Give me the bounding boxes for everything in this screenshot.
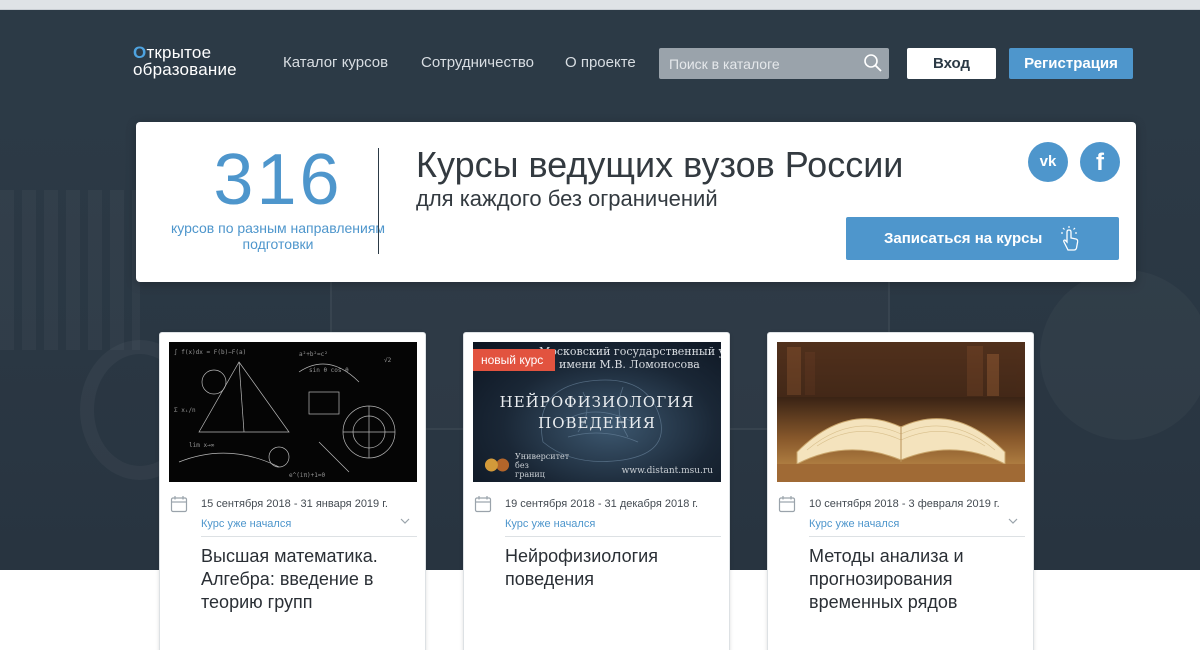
card-divider [201, 536, 417, 537]
keyboard-decoration [0, 190, 140, 350]
image-site-url: www.distant.msu.ru [621, 466, 713, 476]
new-course-badge: новый курс [473, 349, 556, 371]
svg-text:Σ xᵢ/n: Σ xᵢ/n [174, 407, 196, 414]
course-card-time-series[interactable]: 10 сентября 2018 - 3 февраля 2019 г. Кур… [767, 332, 1034, 650]
image-course-title: НЕЙРОФИЗИОЛОГИЯ ПОВЕДЕНИЯ [499, 393, 695, 432]
course-status: Курс уже начался [505, 518, 596, 530]
facebook-icon[interactable]: f [1080, 142, 1120, 182]
browser-toolbar-strip [0, 0, 1200, 10]
courses-count-caption: курсов по разным направлениям подготовки [170, 220, 386, 252]
courses-count: 316 [213, 140, 343, 220]
svg-text:sin θ cos θ: sin θ cos θ [309, 367, 349, 374]
course-card-neurophysiology[interactable]: Московский государственный университет и… [463, 332, 730, 650]
hand-pointer-icon [1061, 226, 1079, 251]
nav-cooperation[interactable]: Сотрудничество [421, 54, 534, 71]
course-dates: 10 сентября 2018 - 3 февраля 2019 г. [809, 498, 1000, 510]
course-title[interactable]: Высшая математика. Алгебра: введение в т… [201, 545, 411, 614]
register-button[interactable]: Регистрация [1009, 48, 1133, 79]
math-formulas-image: ∫ f(x)dx = F(b)−F(a) a²+b²=c² Σ xᵢ/n sin… [169, 342, 417, 482]
card-divider [505, 536, 721, 537]
enroll-button[interactable]: Записаться на курсы [846, 217, 1119, 260]
logo-line2: образование [133, 60, 237, 79]
circle-decoration [1040, 270, 1200, 440]
search-icon[interactable] [863, 53, 883, 73]
open-book-image [777, 342, 1025, 482]
site-header: Открытое образование Каталог курсов Сотр… [0, 10, 1200, 114]
banner-divider [378, 148, 379, 254]
card-divider [809, 536, 1025, 537]
search-input[interactable] [659, 48, 859, 79]
svg-text:∫ f(x)dx = F(b)−F(a): ∫ f(x)dx = F(b)−F(a) [174, 348, 246, 356]
login-button[interactable]: Вход [907, 48, 996, 79]
image-university-line1: Московский государственный университет [539, 345, 721, 358]
site-logo[interactable]: Открытое образование [133, 44, 237, 78]
svg-text:a²+b²=c²: a²+b²=c² [299, 351, 328, 358]
calendar-icon [170, 496, 188, 513]
chevron-down-icon[interactable] [1008, 516, 1018, 526]
university-logo-icon [483, 458, 511, 472]
banner-title: Курсы ведущих вузов России [416, 144, 904, 185]
enroll-button-label: Записаться на курсы [884, 230, 1043, 247]
chevron-down-icon[interactable] [400, 516, 410, 526]
promo-banner: 316 курсов по разным направлениям подгот… [136, 122, 1136, 282]
course-title[interactable]: Нейрофизиология поведения [505, 545, 715, 591]
svg-text:lim x→∞: lim x→∞ [189, 442, 215, 449]
nav-catalog[interactable]: Каталог курсов [283, 54, 388, 71]
course-dates: 15 сентября 2018 - 31 января 2019 г. [201, 498, 388, 510]
vk-icon[interactable]: vk [1028, 142, 1068, 182]
brain-image: Московский государственный университет и… [473, 342, 721, 482]
image-university-brand: Университет без границ [515, 452, 570, 479]
course-status: Курс уже начался [201, 518, 292, 530]
banner-subtitle: для каждого без ограничений [416, 186, 718, 211]
image-university-line2: имени М.В. Ломоносова [559, 358, 700, 371]
calendar-icon [778, 496, 796, 513]
nav-about[interactable]: О проекте [565, 54, 636, 71]
catalog-search [659, 48, 889, 79]
calendar-icon [474, 496, 492, 513]
course-dates: 19 сентября 2018 - 31 декабря 2018 г. [505, 498, 699, 510]
course-title[interactable]: Методы анализа и прогнозирования временн… [809, 545, 1019, 614]
course-status: Курс уже начался [809, 518, 900, 530]
svg-text:e^(iπ)+1=0: e^(iπ)+1=0 [289, 472, 326, 479]
course-card-algebra[interactable]: ∫ f(x)dx = F(b)−F(a) a²+b²=c² Σ xᵢ/n sin… [159, 332, 426, 650]
svg-text:√2: √2 [384, 357, 392, 364]
